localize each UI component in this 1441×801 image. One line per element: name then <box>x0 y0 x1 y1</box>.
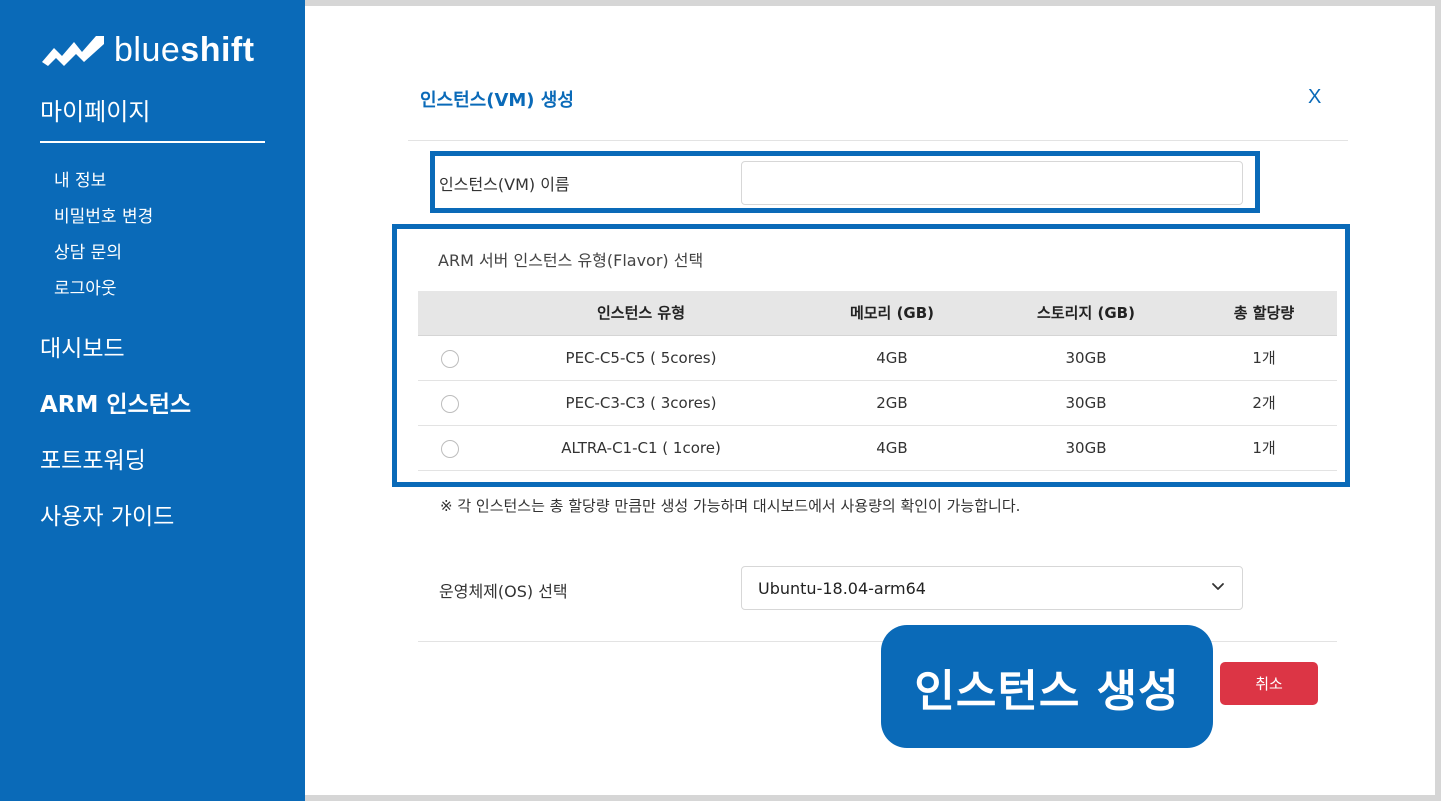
sidebar-item-port-forwarding[interactable]: 포트포워딩 <box>40 441 146 475</box>
os-select[interactable]: Ubuntu-18.04-arm64 <box>741 566 1243 610</box>
create-instance-modal: 인스턴스(VM) 생성 X 인스턴스(VM) 이름 ARM 서버 인스턴스 유형… <box>305 6 1435 795</box>
header-divider <box>408 140 1348 141</box>
sidebar-item-user-guide[interactable]: 사용자 가이드 <box>40 497 174 531</box>
close-button[interactable]: X <box>1308 86 1321 109</box>
sidebar-item-my-info[interactable]: 내 정보 <box>54 166 106 191</box>
brand-name: blueshift <box>114 31 255 70</box>
modal-title: 인스턴스(VM) 생성 <box>420 90 574 111</box>
brand-name-light: blue <box>114 30 181 69</box>
sidebar-item-logout[interactable]: 로그아웃 <box>54 274 117 299</box>
name-highlight-box <box>430 151 1260 213</box>
chevron-down-icon <box>1212 583 1224 590</box>
brand-logo[interactable]: blueshift <box>40 30 255 70</box>
sidebar-item-arm-instance[interactable]: ARM 인스턴스 <box>40 385 191 419</box>
brand-name-bold: shift <box>180 30 255 69</box>
os-selected-value: Ubuntu-18.04-arm64 <box>758 579 926 598</box>
sidebar-divider <box>40 141 265 143</box>
flavor-highlight-box <box>392 224 1350 487</box>
create-instance-button[interactable]: 인스턴스 생성 <box>881 625 1213 748</box>
sidebar-item-consultation[interactable]: 상담 문의 <box>54 238 122 263</box>
os-label: 운영체제(OS) 선택 <box>439 582 568 601</box>
sidebar-item-change-password[interactable]: 비밀번호 변경 <box>54 202 153 227</box>
cancel-button[interactable]: 취소 <box>1220 662 1318 705</box>
quota-note: ※ 각 인스턴스는 총 할당량 만큼만 생성 가능하며 대시보드에서 사용량의 … <box>440 497 1021 515</box>
mypage-title: 마이페이지 <box>40 98 151 126</box>
wave-logo-icon <box>42 36 104 66</box>
sidebar-item-dashboard[interactable]: 대시보드 <box>40 329 125 363</box>
sidebar: blueshift 마이페이지 내 정보 비밀번호 변경 상담 문의 로그아웃 … <box>0 0 305 801</box>
